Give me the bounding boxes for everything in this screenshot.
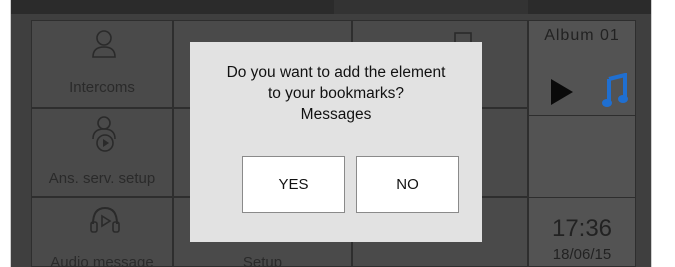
home-screen: Intercoms Ans. serv. setup Audio message… bbox=[11, 0, 651, 267]
media-side-panel: Album 01 17:36 18/06/15 bbox=[528, 20, 636, 267]
play-icon[interactable] bbox=[549, 77, 575, 107]
answering-machine-icon bbox=[92, 116, 116, 152]
side-divider bbox=[529, 197, 635, 198]
clock-date: 18/06/15 bbox=[552, 246, 612, 263]
yes-button[interactable]: YES bbox=[242, 156, 345, 213]
top-bar bbox=[11, 0, 651, 14]
top-bar-segment bbox=[334, 0, 528, 14]
tile-label: Setup bbox=[242, 254, 283, 267]
dialog-message-line2: to your bookmarks? bbox=[267, 85, 405, 102]
person-icon bbox=[92, 30, 116, 58]
tile-label: Intercoms bbox=[69, 79, 135, 96]
tile-intercoms[interactable]: Intercoms bbox=[31, 20, 173, 108]
music-note-icon[interactable] bbox=[602, 73, 628, 107]
tile-audio-message[interactable]: Audio message bbox=[31, 197, 173, 267]
tile-label: Audio message bbox=[50, 254, 154, 267]
album-title: Album 01 bbox=[544, 27, 620, 44]
dialog-message-line3: Messages bbox=[300, 106, 372, 123]
tile-label: Ans. serv. setup bbox=[48, 170, 156, 187]
bookmark-dialog: Do you want to add the element to your b… bbox=[190, 42, 482, 242]
screen-frame-right bbox=[651, 0, 652, 267]
headset-play-icon bbox=[90, 206, 120, 233]
clock-time: 17:36 bbox=[551, 215, 613, 242]
no-button[interactable]: NO bbox=[356, 156, 459, 213]
tile-answering-setup[interactable]: Ans. serv. setup bbox=[31, 108, 173, 197]
side-divider bbox=[529, 115, 635, 116]
dialog-message-line1: Do you want to add the element bbox=[226, 64, 446, 81]
